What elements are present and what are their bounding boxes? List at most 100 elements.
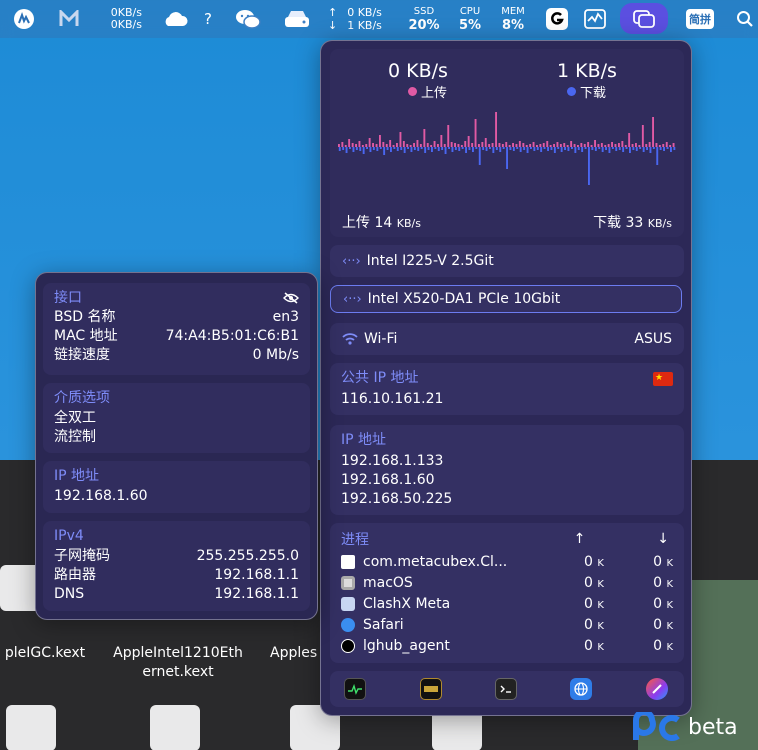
upload-bar xyxy=(532,142,535,147)
help-icon[interactable]: ? xyxy=(200,0,216,38)
download-bar xyxy=(536,147,539,150)
download-bar xyxy=(642,147,645,152)
total-download-value: 33 xyxy=(625,215,644,231)
upload-bar xyxy=(645,144,648,147)
download-dot-icon xyxy=(567,87,576,96)
wechat-icon[interactable] xyxy=(233,0,263,38)
process-row[interactable]: lghub_agent 0 K 0 K xyxy=(341,635,673,656)
ssd-value: 20% xyxy=(408,17,440,33)
cpu-stat[interactable]: CPU 5% xyxy=(452,0,488,38)
download-bar xyxy=(615,147,618,151)
wifi-item[interactable]: Wi-Fi ASUS xyxy=(330,323,684,355)
public-ip-value[interactable]: 116.10.161.21 xyxy=(341,390,673,409)
ime-indicator[interactable]: 简拼 xyxy=(686,0,714,38)
net-speed-menu[interactable]: 0KB/s 0KB/s xyxy=(104,0,142,38)
upload-bar xyxy=(450,142,453,147)
public-ip-card: 公共 IP 地址 116.10.161.21 xyxy=(330,363,684,415)
upload-bar xyxy=(587,142,590,147)
download-bar xyxy=(420,147,423,149)
file-label[interactable]: AppleIntel1210Eth ernet.kext xyxy=(110,644,246,682)
download-bar xyxy=(553,147,556,153)
upload-bar xyxy=(478,144,480,147)
download-bar xyxy=(588,147,590,185)
drive-icon[interactable] xyxy=(282,0,312,38)
system-info-icon[interactable] xyxy=(646,678,668,700)
upload-bar xyxy=(454,143,456,147)
mem-value: 8% xyxy=(501,17,525,33)
logitech-icon xyxy=(341,638,355,653)
interface-item-x520[interactable]: ‹··› Intel X520-DA1 PCIe 10Gbit xyxy=(330,285,682,313)
media-options-card: 介质选项 全双工 流控制 xyxy=(43,383,310,453)
download-bar xyxy=(427,147,430,150)
ip-address-value[interactable]: 192.168.1.60 xyxy=(341,471,673,490)
upload-bar xyxy=(474,119,477,147)
download-legend: 下载 xyxy=(567,82,606,101)
traffic-up-row: ↑ 0 KB/s xyxy=(328,6,382,19)
upload-bar xyxy=(648,142,651,147)
clashx-icon xyxy=(341,596,355,611)
process-up-value: 0 xyxy=(583,637,593,654)
download-bar xyxy=(581,147,584,152)
ssd-stat[interactable]: SSD 20% xyxy=(404,0,444,38)
logitech-g-icon[interactable] xyxy=(544,0,570,38)
process-row[interactable]: com.metacubex.Cl... 0 K 0 K xyxy=(341,551,673,572)
upload-bar xyxy=(447,125,450,147)
upload-bar xyxy=(594,140,596,147)
process-down: 0 K xyxy=(604,638,673,654)
search-icon[interactable] xyxy=(734,0,756,38)
link-speed-label: 链接速度 xyxy=(54,347,110,363)
download-bar xyxy=(601,147,604,152)
upload-bar xyxy=(580,143,583,147)
router-label: 路由器 xyxy=(54,567,96,583)
upload-bar xyxy=(495,112,497,147)
download-bar xyxy=(516,147,519,149)
upload-bar xyxy=(665,142,668,147)
download-bar xyxy=(526,147,529,153)
upload-bar xyxy=(536,145,538,147)
upload-bar xyxy=(570,141,573,147)
process-row[interactable]: ClashX Meta 0 K 0 K xyxy=(341,593,673,614)
terminal-app-icon[interactable] xyxy=(495,678,517,700)
download-bar xyxy=(533,147,536,151)
download-bar xyxy=(413,147,416,150)
interface-item-i225[interactable]: ‹··› Intel I225-V 2.5Git xyxy=(330,245,684,277)
upload-bar xyxy=(341,142,344,147)
upload-bar xyxy=(413,143,415,147)
process-row[interactable]: macOS 0 K 0 K xyxy=(341,572,673,593)
ip-address-value[interactable]: 192.168.1.133 xyxy=(341,452,673,471)
download-arrow-icon[interactable]: ↓ xyxy=(597,531,673,547)
kext-file-icon[interactable] xyxy=(6,705,56,750)
mem-stat[interactable]: MEM 8% xyxy=(494,0,532,38)
download-bar xyxy=(403,147,406,153)
download-bar xyxy=(441,147,444,150)
download-bar xyxy=(448,147,450,149)
upload-arrow-icon[interactable]: ↑ xyxy=(562,531,598,547)
ip-value[interactable]: 192.168.1.60 xyxy=(54,487,299,506)
download-bar xyxy=(376,147,379,151)
cloud-icon[interactable] xyxy=(160,0,190,38)
download-bar xyxy=(359,147,362,151)
file-label[interactable]: pleIGC.kext xyxy=(0,644,90,663)
eye-slash-icon[interactable] xyxy=(283,292,299,304)
traffic-down-row: ↓ 1 KB/s xyxy=(328,19,382,32)
istat-icon[interactable] xyxy=(8,0,40,38)
download-bar xyxy=(605,147,607,150)
console-app-icon[interactable] xyxy=(420,678,442,700)
download-bar xyxy=(550,147,553,150)
activity-monitor-app-icon[interactable] xyxy=(344,678,366,700)
upload-bar xyxy=(577,145,579,147)
upload-bar xyxy=(641,125,644,147)
mail-m-icon[interactable] xyxy=(56,0,82,38)
watermark: beta xyxy=(632,712,738,742)
traffic-menu[interactable]: ↑ 0 KB/s ↓ 1 KB/s xyxy=(328,0,390,38)
upload-bar xyxy=(669,145,672,147)
download-bar xyxy=(509,147,512,150)
ip-address-value[interactable]: 192.168.50.225 xyxy=(341,490,673,509)
kext-file-icon[interactable] xyxy=(150,705,200,750)
activity-monitor-icon[interactable] xyxy=(582,0,608,38)
total-download-label: 下载 xyxy=(593,215,622,231)
process-row[interactable]: Safari 0 K 0 K xyxy=(341,614,673,635)
upload-bar xyxy=(389,140,392,147)
download-bar xyxy=(594,147,597,151)
network-utility-icon[interactable] xyxy=(570,678,592,700)
